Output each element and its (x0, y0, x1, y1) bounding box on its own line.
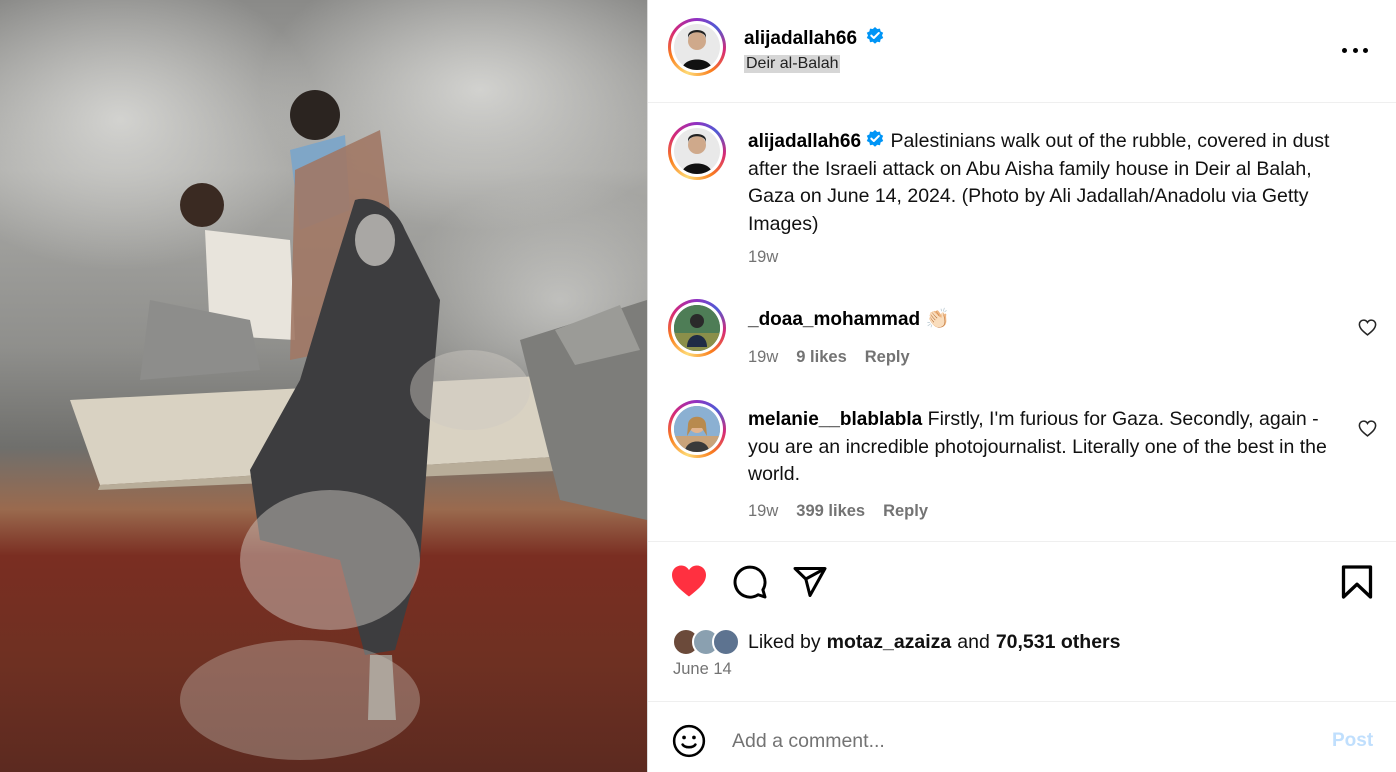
photo-illustration (0, 0, 647, 760)
liked-by-prefix: Liked by (748, 630, 821, 653)
author-avatar[interactable] (668, 18, 726, 76)
caption-author-avatar[interactable] (668, 122, 726, 180)
share-send-icon[interactable] (792, 564, 828, 600)
commenter-avatar[interactable] (668, 400, 726, 458)
save-bookmark-icon[interactable] (1340, 564, 1374, 600)
post-comment-button[interactable]: Post (1332, 730, 1373, 752)
verified-badge-icon (866, 130, 884, 147)
comment-username[interactable]: melanie__blablabla (748, 409, 922, 430)
liker-avatar[interactable] (712, 628, 740, 656)
commenter-avatar-image (674, 406, 720, 452)
comment-reply-button[interactable]: Reply (883, 502, 928, 521)
liked-by-others[interactable]: 70,531 others (996, 631, 1121, 654)
verified-badge-icon (867, 27, 884, 44)
comment-bubble-icon[interactable] (732, 564, 768, 600)
post-header: alijadallah66 Deir al-Balah (648, 0, 1396, 103)
author-username[interactable]: alijadallah66 (744, 28, 857, 49)
more-dot-icon (1363, 47, 1368, 53)
comment-username[interactable]: _doaa_mohammad (748, 309, 920, 330)
commenter-avatar[interactable] (668, 299, 726, 357)
comment-meta: 19w 399 likes Reply (748, 502, 928, 521)
comment-body: melanie__blablabla Firstly, I'm furious … (748, 406, 1348, 489)
liked-by-and: and (957, 630, 990, 653)
more-options-button[interactable] (1342, 45, 1368, 55)
comment-meta: 19w 9 likes Reply (748, 348, 910, 367)
liked-by-user[interactable]: motaz_azaiza (827, 631, 952, 654)
author-avatar-image (682, 30, 712, 70)
post-date[interactable]: June 14 (673, 660, 732, 679)
post-caption: alijadallah66 Palestinians walk out of t… (748, 128, 1358, 238)
comment-like-heart-icon[interactable] (1358, 420, 1377, 437)
comment-reply-button[interactable]: Reply (865, 348, 910, 367)
post-details-panel: alijadallah66 Deir al-Balah alijadallah6… (648, 0, 1396, 772)
comment-composer: Post (648, 701, 1396, 772)
more-dot-icon (1352, 47, 1358, 53)
comment-like-heart-icon[interactable] (1358, 319, 1377, 336)
comment-age: 19w (748, 348, 779, 366)
liker-avatars (672, 628, 740, 656)
comment-input[interactable] (732, 724, 1292, 758)
comment-likes[interactable]: 9 likes (796, 348, 846, 367)
post-location[interactable]: Deir al-Balah (744, 55, 841, 73)
comment-text: 👏🏻 (925, 308, 950, 330)
commenter-avatar-image (674, 305, 720, 351)
comment-likes[interactable]: 399 likes (796, 502, 865, 521)
caption-avatar-image (682, 134, 712, 174)
post-photo[interactable] (0, 0, 647, 772)
emoji-icon[interactable] (672, 724, 706, 758)
caption-username[interactable]: alijadallah66 (748, 131, 861, 152)
like-heart-filled-icon[interactable] (670, 564, 708, 598)
comment-age: 19w (748, 502, 779, 520)
comment-body: _doaa_mohammad 👏🏻 (748, 306, 1348, 334)
likes-summary: Liked by motaz_azaiza and 70,531 others (672, 626, 1120, 658)
more-dot-icon (1342, 47, 1347, 53)
post-actions: Liked by motaz_azaiza and 70,531 others … (648, 541, 1396, 701)
caption-age: 19w (748, 248, 779, 266)
